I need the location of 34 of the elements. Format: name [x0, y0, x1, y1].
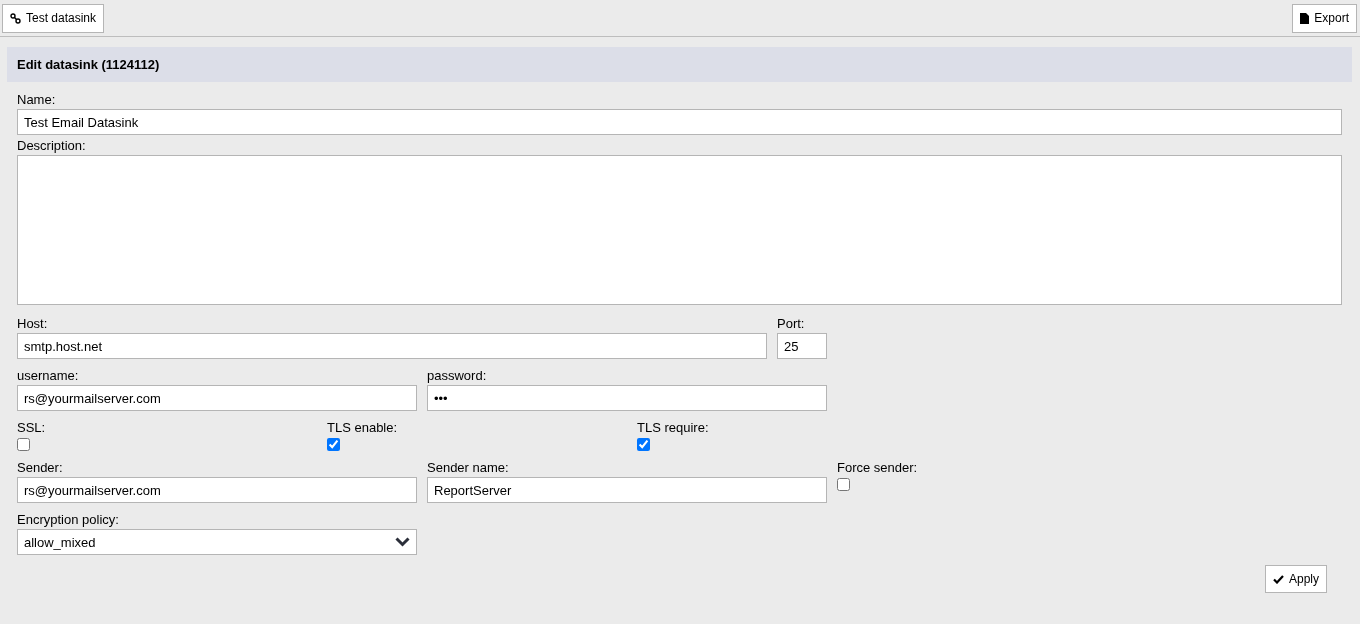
export-button[interactable]: Export — [1292, 3, 1357, 33]
host-field[interactable]: smtp.host.net — [17, 333, 767, 359]
apply-button[interactable]: Apply — [1264, 565, 1327, 593]
field-label: Sender: — [17, 461, 64, 475]
field-label: SSL: — [17, 421, 47, 435]
description-field[interactable] — [17, 155, 1342, 305]
field-label: Name: — [17, 93, 57, 107]
port-field[interactable]: 25 — [777, 333, 827, 359]
document-icon — [1300, 12, 1310, 24]
username-field[interactable]: rs@yourmailserver.com — [17, 385, 417, 411]
name-field[interactable]: Test Email Datasink — [17, 109, 1342, 135]
link-icon — [10, 12, 21, 24]
field-label: TLS enable: — [327, 421, 399, 435]
chevron-down-icon — [395, 537, 410, 547]
checkmark-icon — [1272, 574, 1284, 584]
sender-name-field[interactable]: ReportServer — [427, 477, 827, 503]
test-datasink-button[interactable]: Test datasink — [2, 3, 105, 33]
field-label: Encryption policy: — [17, 513, 120, 527]
field-label: username: — [17, 369, 80, 383]
sender-field[interactable]: rs@yourmailserver.com — [17, 477, 417, 503]
field-label: Force sender: — [837, 461, 918, 475]
checkbox[interactable] — [17, 438, 30, 451]
field-label: TLS require: — [637, 421, 710, 435]
field-label: password: — [427, 369, 488, 383]
field-label: Port: — [777, 317, 806, 331]
encryption-policy-dropdown[interactable]: allow_mixed — [17, 529, 417, 555]
field-label: Sender name: — [427, 461, 510, 475]
field-label: Description: — [17, 139, 87, 153]
checkbox[interactable] — [637, 438, 650, 451]
field-label: Host: — [17, 317, 49, 331]
password-field[interactable]: ••• — [427, 385, 827, 411]
panel-header: Edit datasink (1124112) — [7, 47, 1352, 82]
checkbox[interactable] — [327, 438, 340, 451]
checkbox[interactable] — [837, 478, 850, 491]
